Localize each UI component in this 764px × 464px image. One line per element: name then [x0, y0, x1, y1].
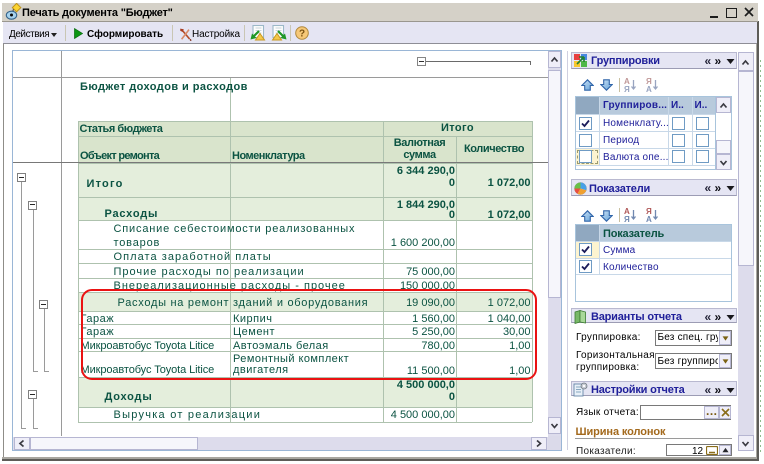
svg-text:Я: Я — [624, 85, 630, 93]
svg-text:А: А — [646, 215, 652, 223]
svg-text:?: ? — [299, 29, 305, 40]
svg-text:Я: Я — [624, 215, 630, 223]
svg-text:А: А — [646, 85, 652, 93]
